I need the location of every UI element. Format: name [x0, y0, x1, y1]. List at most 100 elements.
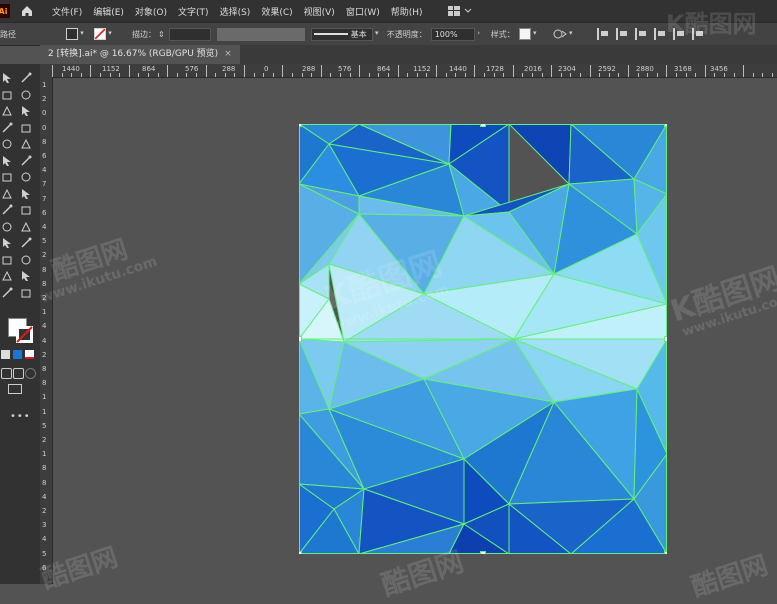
document-tab[interactable]: 2 [转换].ai* @ 16.67% (RGB/GPU 预览) ×: [40, 45, 240, 64]
eyedropper-tool-icon[interactable]: [1, 234, 13, 248]
magic-wand-tool-icon[interactable]: [1, 86, 13, 99]
gradient-mode-icon[interactable]: [13, 350, 22, 359]
chevron-down-icon[interactable]: ▾: [106, 29, 114, 39]
menu-type[interactable]: 文字(T): [178, 5, 209, 18]
selection-handle[interactable]: [480, 124, 486, 127]
menu-edit[interactable]: 编辑(E): [93, 5, 124, 18]
line-segment-tool-icon[interactable]: [20, 119, 32, 132]
ruler-tick: [647, 73, 649, 77]
chevron-down-icon[interactable]: ▾: [78, 29, 86, 39]
more-tools-icon[interactable]: •••: [10, 404, 30, 422]
stroke-swatch[interactable]: [94, 28, 106, 40]
artboard-tool-icon[interactable]: [1, 267, 13, 281]
selection-tool-icon[interactable]: [1, 69, 13, 83]
brush-definition[interactable]: 基本: [310, 27, 373, 41]
home-icon[interactable]: [20, 4, 34, 18]
eraser-tool-icon[interactable]: [20, 152, 32, 165]
draw-normal-icon[interactable]: [1, 368, 12, 379]
selection-handle[interactable]: [299, 551, 302, 555]
ruler-tick: [695, 73, 697, 77]
ruler-tick: [119, 73, 121, 77]
align-middle-icon[interactable]: [672, 28, 685, 40]
menu-object[interactable]: 对象(O): [135, 5, 167, 18]
type-tool-icon[interactable]: [1, 119, 13, 132]
selection-handle[interactable]: [299, 124, 302, 127]
menu-select[interactable]: 选择(S): [220, 5, 251, 18]
pen-tool-icon[interactable]: [1, 102, 13, 116]
recolor-artwork-icon[interactable]: [553, 28, 567, 40]
paintbrush-tool-icon[interactable]: [20, 135, 32, 149]
draw-behind-icon[interactable]: [13, 368, 24, 379]
ruler-label: 4: [42, 535, 47, 544]
selection-handle[interactable]: [664, 551, 668, 555]
symbol-sprayer-tool-icon[interactable]: [1, 251, 13, 264]
slice-tool-icon[interactable]: [20, 267, 32, 281]
ruler-tick: [589, 65, 591, 77]
menu-file[interactable]: 文件(F): [52, 5, 82, 18]
ruler-tick: [512, 65, 514, 77]
lasso-tool-icon[interactable]: [20, 86, 32, 99]
stroke-weight-field[interactable]: [168, 27, 211, 41]
curvature-tool-icon[interactable]: [20, 102, 32, 116]
direct-selection-tool-icon[interactable]: [20, 69, 32, 83]
ruler-label: 1440: [449, 65, 467, 73]
align-right-icon[interactable]: [634, 28, 647, 40]
chevron-down-icon: [464, 8, 471, 13]
ruler-label: 4: [42, 492, 47, 501]
rotate-tool-icon[interactable]: [1, 168, 13, 182]
chevron-down-icon[interactable]: ▾: [373, 29, 381, 39]
vertical-ruler[interactable]: 1 2 0 0 8 6 4 7 7 6 4 5 2 8 8 2 1 4 4 2 8 8 1 1 5 2 1 8 8 4 2 3 4 5 6: [40, 77, 53, 584]
close-icon[interactable]: ×: [224, 45, 232, 64]
ruler-origin[interactable]: [40, 64, 52, 77]
shaper-tool-icon[interactable]: [1, 152, 13, 166]
watermark: 酷图网: [46, 229, 132, 288]
fill-stroke-swatches[interactable]: [8, 318, 34, 344]
graphic-style-swatch[interactable]: [518, 28, 531, 40]
hand-tool-icon[interactable]: [1, 284, 13, 297]
color-mode-icon[interactable]: [1, 350, 10, 359]
width-tool-icon[interactable]: [1, 185, 13, 198]
scale-tool-icon[interactable]: [20, 168, 32, 182]
menu-help[interactable]: 帮助(H): [391, 5, 423, 18]
chevron-down-icon[interactable]: ▾: [567, 29, 575, 39]
rectangle-tool-icon[interactable]: [1, 135, 13, 149]
opacity-field[interactable]: 100%: [430, 27, 475, 41]
artboard[interactable]: [299, 124, 667, 554]
fill-swatch[interactable]: [66, 28, 78, 40]
stroke-stepper-icon[interactable]: ⇕: [158, 30, 165, 39]
workspace-switcher[interactable]: [447, 6, 472, 16]
ruler-tick: [580, 73, 581, 77]
zoom-tool-icon[interactable]: [20, 284, 32, 297]
ruler-tick: [100, 73, 101, 77]
menu-window[interactable]: 窗口(W): [346, 5, 380, 18]
gradient-tool-icon[interactable]: [20, 218, 32, 231]
free-transform-tool-icon[interactable]: [20, 185, 32, 199]
align-left-icon[interactable]: [596, 28, 609, 40]
align-bottom-icon[interactable]: [691, 28, 704, 40]
mesh-tool-icon[interactable]: [1, 218, 13, 231]
ruler-label: 4: [42, 223, 47, 231]
screen-mode-icon[interactable]: [8, 384, 22, 394]
column-graph-tool-icon[interactable]: [20, 251, 32, 264]
perspective-grid-tool-icon[interactable]: [20, 201, 32, 215]
horizontal-ruler[interactable]: 1728144011528645762880288576864115214401…: [52, 64, 777, 78]
selection-handle[interactable]: [664, 124, 668, 127]
ruler-tick: [234, 73, 236, 77]
chevron-right-icon[interactable]: ›: [475, 29, 483, 39]
ruler-label: 2592: [598, 65, 616, 73]
align-center-icon[interactable]: [615, 28, 628, 40]
selection-handle[interactable]: [664, 336, 668, 342]
align-top-icon[interactable]: [653, 28, 666, 40]
none-mode-icon[interactable]: [25, 350, 34, 359]
menu-effect[interactable]: 效果(C): [261, 5, 292, 18]
selection-handle[interactable]: [480, 551, 486, 555]
selection-handle[interactable]: [299, 336, 302, 342]
blend-tool-icon[interactable]: [20, 234, 32, 248]
low-poly-triangle[interactable]: [508, 124, 572, 185]
chevron-down-icon[interactable]: ▾: [531, 29, 539, 39]
shape-builder-tool-icon[interactable]: [1, 201, 13, 215]
variable-width-profile[interactable]: [216, 27, 305, 41]
menu-view[interactable]: 视图(V): [304, 5, 335, 18]
draw-inside-icon[interactable]: [25, 368, 36, 379]
watermark-url: www.ikutu.com: [38, 253, 160, 307]
